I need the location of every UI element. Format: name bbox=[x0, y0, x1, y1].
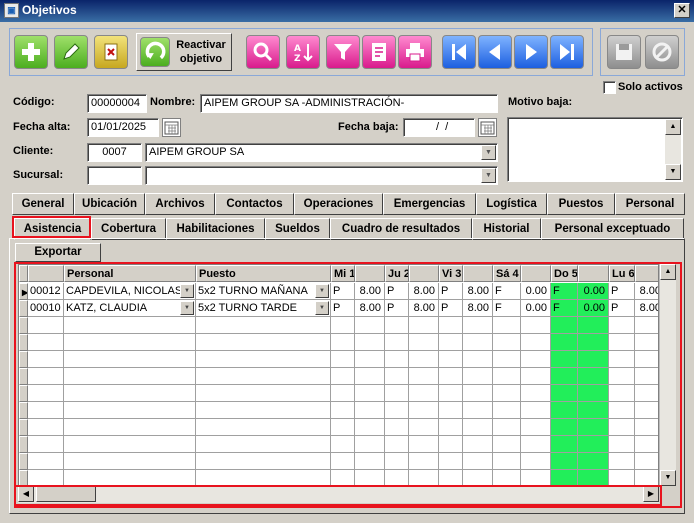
search-button[interactable] bbox=[246, 35, 280, 69]
filter-button[interactable] bbox=[326, 35, 360, 69]
edit-button[interactable] bbox=[54, 35, 88, 69]
codigo-label: Código: bbox=[13, 96, 55, 108]
highlight-hscroll bbox=[14, 485, 662, 506]
tab-6[interactable]: Personal exceptuado bbox=[541, 218, 684, 240]
sort-button[interactable]: AZ bbox=[286, 35, 320, 69]
fecha-baja-label: Fecha baja: bbox=[338, 121, 399, 133]
tab-4[interactable]: Operaciones bbox=[294, 193, 383, 215]
app-icon: ▣ bbox=[4, 3, 19, 18]
cancel-button[interactable] bbox=[645, 35, 679, 69]
next-icon bbox=[526, 44, 537, 60]
highlight-grid bbox=[14, 262, 682, 508]
cancel-icon bbox=[652, 42, 672, 62]
save-icon bbox=[616, 44, 632, 60]
tab-3[interactable]: Contactos bbox=[215, 193, 294, 215]
calendar-icon bbox=[480, 121, 495, 135]
sucursal-label: Sucursal: bbox=[13, 169, 64, 181]
scroll-up-icon[interactable]: ▲ bbox=[665, 119, 681, 135]
fecha-alta-calendar-button[interactable] bbox=[162, 118, 181, 137]
tab-5[interactable]: Historial bbox=[472, 218, 541, 240]
calendar-icon bbox=[164, 121, 179, 135]
cliente-name: AIPEM GROUP SA bbox=[149, 146, 245, 158]
report-icon bbox=[372, 43, 386, 61]
sucursal-select[interactable]: ▼ bbox=[145, 166, 498, 185]
nombre-field[interactable]: AIPEM GROUP SA -ADMINISTRACIÓN- bbox=[200, 94, 498, 113]
first-icon bbox=[452, 44, 466, 60]
search-icon bbox=[253, 42, 273, 62]
reactivar-objetivo-button[interactable]: Reactivar objetivo bbox=[136, 33, 232, 71]
reactivate-icon bbox=[140, 37, 170, 67]
next-record-button[interactable] bbox=[514, 35, 548, 69]
tab-7[interactable]: Puestos bbox=[547, 193, 615, 215]
fecha-baja-field[interactable]: / / bbox=[403, 118, 475, 137]
svg-text:A: A bbox=[294, 44, 301, 54]
prev-record-button[interactable] bbox=[478, 35, 512, 69]
last-record-button[interactable] bbox=[550, 35, 584, 69]
chevron-down-icon[interactable]: ▼ bbox=[481, 168, 496, 183]
scroll-down-icon[interactable]: ▼ bbox=[665, 164, 681, 180]
tab-0[interactable]: General bbox=[12, 193, 74, 215]
solo-activos-checkbox[interactable] bbox=[603, 81, 616, 94]
tab-8[interactable]: Personal bbox=[615, 193, 685, 215]
main-toolbar: Reactivar objetivo AZ bbox=[9, 28, 593, 76]
fecha-alta-label: Fecha alta: bbox=[13, 121, 71, 133]
cliente-code-field[interactable]: 0007 bbox=[87, 143, 142, 162]
tab-6[interactable]: Logística bbox=[476, 193, 547, 215]
motivo-baja-label: Motivo baja: bbox=[508, 96, 573, 108]
report-button[interactable] bbox=[362, 35, 396, 69]
sort-az-icon: AZ bbox=[294, 44, 313, 64]
tab-3[interactable]: Sueldos bbox=[265, 218, 330, 240]
add-button[interactable] bbox=[14, 35, 48, 69]
tab-2[interactable]: Archivos bbox=[145, 193, 215, 215]
prev-icon bbox=[489, 44, 500, 60]
title-bar: ▣ Objetivos ✕ bbox=[0, 0, 694, 22]
fecha-alta-field[interactable]: 01/01/2025 bbox=[87, 118, 159, 137]
sucursal-code-field[interactable] bbox=[87, 166, 142, 185]
tab-5[interactable]: Emergencias bbox=[383, 193, 476, 215]
edit-toolbar bbox=[600, 28, 685, 76]
save-button[interactable] bbox=[607, 35, 641, 69]
tab-4[interactable]: Cuadro de resultados bbox=[330, 218, 472, 240]
tab-1[interactable]: Cobertura bbox=[91, 218, 166, 240]
add-icon bbox=[22, 43, 40, 61]
last-icon bbox=[560, 44, 574, 60]
reactivar-label: Reactivar objetivo bbox=[176, 39, 226, 65]
close-button[interactable]: ✕ bbox=[674, 3, 690, 18]
print-icon bbox=[406, 43, 424, 62]
highlight-asistencia-tab bbox=[12, 216, 91, 238]
memo-scrollbar[interactable]: ▲ ▼ bbox=[665, 119, 681, 180]
tab-1[interactable]: Ubicación bbox=[74, 193, 145, 215]
chevron-down-icon[interactable]: ▼ bbox=[481, 145, 496, 160]
delete-icon bbox=[104, 43, 118, 61]
edit-icon bbox=[63, 43, 80, 60]
first-record-button[interactable] bbox=[442, 35, 476, 69]
exportar-button[interactable]: Exportar bbox=[15, 243, 101, 262]
print-button[interactable] bbox=[398, 35, 432, 69]
nombre-label: Nombre: bbox=[150, 96, 196, 108]
codigo-field[interactable]: 00000004 bbox=[87, 94, 147, 113]
window-title: Objetivos bbox=[22, 3, 77, 17]
svg-text:Z: Z bbox=[294, 54, 301, 64]
motivo-baja-memo[interactable]: ▲ ▼ bbox=[507, 117, 683, 182]
solo-activos-label: Solo activos bbox=[618, 81, 683, 93]
cliente-select[interactable]: AIPEM GROUP SA ▼ bbox=[145, 143, 498, 162]
delete-button[interactable] bbox=[94, 35, 128, 69]
tab-2[interactable]: Habilitaciones bbox=[166, 218, 265, 240]
cliente-label: Cliente: bbox=[13, 145, 54, 157]
fecha-baja-calendar-button[interactable] bbox=[478, 118, 497, 137]
filter-icon bbox=[334, 44, 352, 60]
